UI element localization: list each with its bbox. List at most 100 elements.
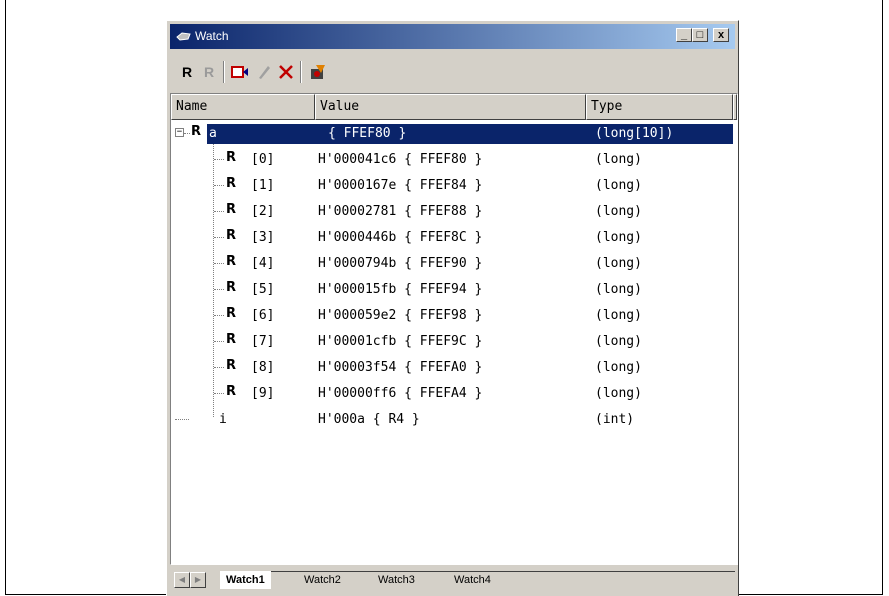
tree-connector — [214, 211, 224, 212]
register-icon: R — [226, 358, 237, 373]
row-name: [0] — [251, 152, 275, 167]
tree-connector — [214, 263, 224, 264]
minimize-button[interactable]: _ — [676, 28, 692, 42]
register-icon: R — [226, 254, 237, 269]
close-button[interactable]: x — [713, 28, 729, 42]
row-name: [5] — [251, 282, 275, 297]
register-icon: R — [226, 280, 237, 295]
table-row[interactable]: R [3] H'0000446b { FFEF8C } (long) — [171, 225, 737, 251]
row-type: (long) — [595, 256, 642, 271]
row-value: H'0000167e { FFEF84 } — [318, 178, 483, 193]
watch-icon — [176, 32, 191, 41]
row-value: H'000041c6 { FFEF80 } — [318, 152, 483, 167]
register-icon: R — [226, 150, 237, 165]
row-value: { FFEF80 } — [318, 124, 596, 144]
row-name: [6] — [251, 308, 275, 323]
row-type: (long) — [595, 360, 642, 375]
row-value: H'0000446b { FFEF8C } — [318, 230, 483, 245]
tree-connector — [214, 159, 224, 160]
window-title: Watch — [195, 29, 229, 43]
watch-window: Watch _ □ x R R Name Value Type − R a {… — [166, 20, 739, 596]
row-value: H'000a { R4 } — [318, 412, 420, 427]
tree-connector — [184, 133, 190, 134]
row-type: (long) — [595, 282, 642, 297]
column-header-type[interactable]: Type — [586, 94, 733, 120]
title-bar[interactable]: Watch _ □ x — [170, 24, 735, 49]
row-type: (long) — [595, 386, 642, 401]
row-type: (long) — [595, 152, 642, 167]
row-type: (int) — [595, 412, 635, 427]
table-row[interactable]: R [9] H'00000ff6 { FFEFA4 } (long) — [171, 381, 737, 407]
column-header-value[interactable]: Value — [315, 94, 586, 120]
tree-connector — [214, 315, 224, 316]
tree-connector — [175, 419, 189, 420]
tab-bar: ◀ ▶ Watch1 Watch2 Watch3 Watch4 — [170, 568, 738, 590]
row-name: [4] — [251, 256, 275, 271]
table-row[interactable]: R [5] H'000015fb { FFEF94 } (long) — [171, 277, 737, 303]
tab-scroll-left-icon[interactable]: ◀ — [174, 572, 190, 588]
toolbar: R R — [170, 51, 735, 87]
row-type: (long) — [595, 178, 642, 193]
maximize-button[interactable]: □ — [692, 28, 708, 42]
row-type: (long) — [595, 334, 642, 349]
tab-watch4[interactable]: Watch4 — [448, 571, 497, 589]
row-type: (long) — [595, 308, 642, 323]
row-name: i — [219, 412, 227, 427]
row-type: (long) — [595, 230, 642, 245]
tree-connector — [214, 289, 224, 290]
table-row[interactable]: R [1] H'0000167e { FFEF84 } (long) — [171, 173, 737, 199]
watch-grid[interactable]: Name Value Type − R a { FFEF80 } (long[1… — [170, 93, 738, 565]
register-icon: R — [226, 202, 237, 217]
table-row[interactable]: R [6] H'000059e2 { FFEF98 } (long) — [171, 303, 737, 329]
row-value: H'000015fb { FFEF94 } — [318, 282, 483, 297]
table-row[interactable]: R [4] H'0000794b { FFEF90 } (long) — [171, 251, 737, 277]
tab-scroll-right-icon[interactable]: ▶ — [190, 572, 206, 588]
row-value: H'0000794b { FFEF90 } — [318, 256, 483, 271]
tab-watch2[interactable]: Watch2 — [298, 571, 347, 589]
row-name: a — [207, 124, 319, 144]
register-icon: R — [191, 124, 202, 139]
row-name: [1] — [251, 178, 275, 193]
table-row[interactable]: i H'000a { R4 } (int) — [171, 407, 737, 433]
row-value: H'00003f54 { FFEFA0 } — [318, 360, 483, 375]
table-row[interactable]: R [2] H'00002781 { FFEF88 } (long) — [171, 199, 737, 225]
tree-connector — [214, 367, 224, 368]
table-row[interactable]: R [7] H'00001cfb { FFEF9C } (long) — [171, 329, 737, 355]
table-row[interactable]: R [8] H'00003f54 { FFEFA0 } (long) — [171, 355, 737, 381]
table-row[interactable]: − R a { FFEF80 } (long[10]) — [171, 121, 737, 147]
tree-connector — [214, 237, 224, 238]
radix-disabled-button[interactable]: R — [199, 63, 219, 81]
row-name: [2] — [251, 204, 275, 219]
row-name: [8] — [251, 360, 275, 375]
register-icon: R — [226, 306, 237, 321]
row-name: [7] — [251, 334, 275, 349]
row-type: (long) — [595, 204, 642, 219]
row-value: H'000059e2 { FFEF98 } — [318, 308, 483, 323]
tab-watch1[interactable]: Watch1 — [220, 571, 271, 589]
collapse-icon[interactable]: − — [175, 128, 184, 137]
toolbar-separator — [223, 61, 225, 83]
register-icon: R — [226, 332, 237, 347]
tab-watch3[interactable]: Watch3 — [372, 571, 421, 589]
tree-connector — [214, 185, 224, 186]
radix-button[interactable]: R — [177, 63, 197, 81]
row-value: H'00001cfb { FFEF9C } — [318, 334, 483, 349]
register-icon: R — [226, 228, 237, 243]
row-value: H'00002781 { FFEF88 } — [318, 204, 483, 219]
add-watch-icon[interactable] — [230, 63, 250, 81]
column-header-name[interactable]: Name — [171, 94, 315, 120]
tree-connector — [214, 341, 224, 342]
column-header-filler — [733, 94, 737, 120]
row-name: [9] — [251, 386, 275, 401]
delete-icon[interactable] — [276, 63, 296, 81]
row-value: H'00000ff6 { FFEFA4 } — [318, 386, 483, 401]
edit-icon[interactable] — [254, 63, 274, 81]
table-row[interactable]: R [0] H'000041c6 { FFEF80 } (long) — [171, 147, 737, 173]
refresh-icon[interactable] — [308, 63, 328, 81]
tree-connector — [214, 393, 224, 394]
row-name: [3] — [251, 230, 275, 245]
register-icon: R — [226, 384, 237, 399]
row-type: (long[10]) — [591, 124, 733, 144]
register-icon: R — [226, 176, 237, 191]
toolbar-separator — [300, 61, 302, 83]
